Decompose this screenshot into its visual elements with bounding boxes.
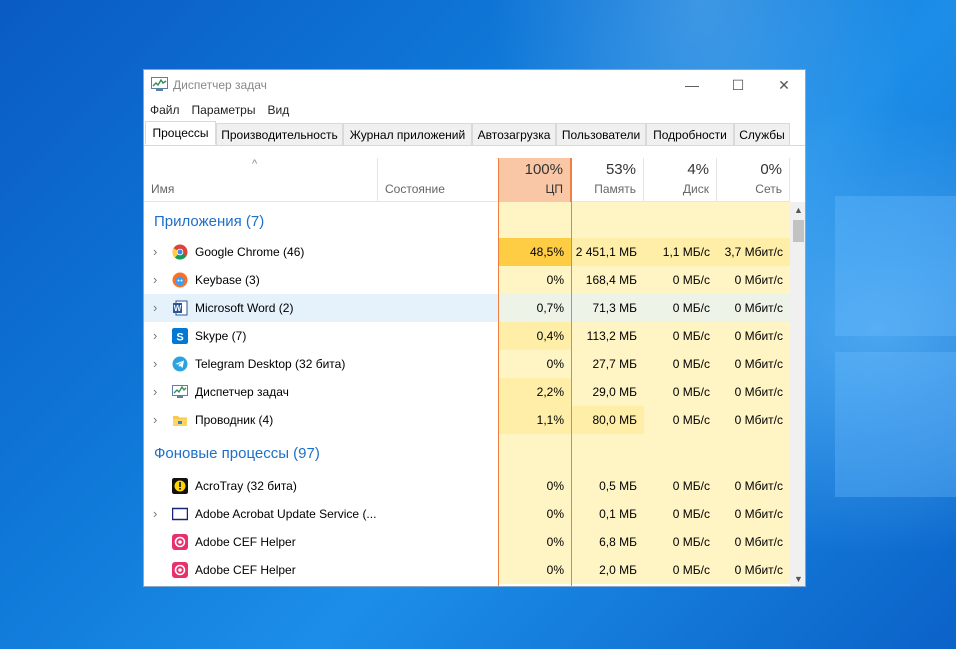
table-row[interactable]: › S Skype (7) 0,4% 113,2 МБ 0 МБ/с 0 Мби… [144, 322, 790, 350]
tab-users[interactable]: Пользователи [556, 123, 646, 145]
word-icon: W [173, 300, 188, 316]
chevron-right-icon[interactable]: › [153, 238, 157, 266]
chevron-right-icon[interactable]: › [153, 500, 157, 528]
column-header: ^ Имя Состояние 100% ЦП 53% Память 4% Ди… [144, 158, 790, 202]
adobe-cef-icon [172, 562, 188, 578]
tab-details[interactable]: Подробности [646, 123, 734, 145]
svg-text:S: S [176, 332, 183, 344]
explorer-icon [173, 416, 187, 426]
chevron-right-icon[interactable]: › [153, 266, 157, 294]
table-row[interactable]: › Keybase (3) 0% 168,4 МБ 0 МБ/с 0 Мбит/… [144, 266, 790, 294]
table-row[interactable]: › Telegram Desktop (32 бита) 0% 27,7 МБ … [144, 350, 790, 378]
tab-services[interactable]: Службы [734, 123, 790, 145]
scroll-down-icon[interactable]: ▼ [790, 571, 805, 586]
group-title: Приложения (7) [154, 213, 265, 230]
maximize-button[interactable]: ☐ [715, 70, 761, 100]
table-row[interactable]: › Google Chrome (46) 48,5% 2 451,1 МБ 1,… [144, 238, 790, 266]
header-memory[interactable]: 53% Память [571, 158, 644, 202]
telegram-icon [172, 356, 188, 372]
chevron-right-icon[interactable]: › [153, 294, 157, 322]
acrotray-icon [172, 478, 188, 494]
tab-bar: Процессы Производительность Журнал прило… [144, 121, 805, 146]
tab-performance[interactable]: Производительность [216, 123, 343, 145]
menu-file[interactable]: Файл [144, 101, 186, 119]
table-row[interactable]: › Диспетчер задач 2,2% 29,0 МБ 0 МБ/с 0 … [144, 378, 790, 406]
menu-view[interactable]: Вид [261, 101, 295, 119]
table-row[interactable]: › Adobe Acrobat Update Service (... 0% 0… [144, 500, 790, 528]
group-title: Фоновые процессы (97) [154, 445, 320, 462]
header-network[interactable]: 0% Сеть [717, 158, 790, 202]
scroll-thumb[interactable] [793, 220, 804, 242]
tab-app-history[interactable]: Журнал приложений [343, 123, 472, 145]
group-header-apps[interactable]: Приложения (7) [144, 202, 790, 238]
header-name[interactable]: Имя [144, 158, 378, 202]
menu-options[interactable]: Параметры [186, 101, 262, 119]
scroll-up-icon[interactable]: ▲ [790, 202, 805, 219]
table-row[interactable]: Adobe CEF Helper 0% 6,8 МБ 0 МБ/с 0 Мбит… [144, 528, 790, 556]
table-row[interactable]: › W Microsoft Word (2) 0,7% 71,3 МБ 0 МБ… [144, 294, 790, 322]
group-header-background[interactable]: Фоновые процессы (97) [144, 434, 790, 472]
chevron-right-icon[interactable]: › [153, 350, 157, 378]
close-button[interactable]: ✕ [761, 70, 805, 100]
title-bar[interactable]: Диспетчер задач — ☐ ✕ [144, 70, 805, 100]
task-manager-icon [151, 77, 168, 91]
table-row[interactable]: AcroTray (32 бита) 0% 0,5 МБ 0 МБ/с 0 Мб… [144, 472, 790, 500]
chrome-icon [172, 244, 188, 260]
tab-processes[interactable]: Процессы [145, 121, 216, 145]
header-cpu[interactable]: 100% ЦП [498, 158, 571, 202]
svg-text:W: W [174, 304, 182, 313]
table-row[interactable]: › Проводник (4) 1,1% 80,0 МБ 0 МБ/с 0 Мб… [144, 406, 790, 434]
acrobat-update-icon [172, 507, 188, 521]
task-manager-window: Диспетчер задач — ☐ ✕ Файл Параметры Вид… [143, 69, 806, 587]
minimize-button[interactable]: — [669, 70, 715, 100]
process-list: Приложения (7) › Google Chrome (46) 48,5… [144, 202, 790, 586]
chevron-right-icon[interactable]: › [153, 378, 157, 406]
window-title: Диспетчер задач [173, 78, 267, 92]
chevron-right-icon[interactable]: › [153, 406, 157, 434]
wallpaper-logo-pane [835, 196, 956, 336]
cpu-column-border [571, 158, 572, 586]
keybase-icon [172, 272, 188, 288]
wallpaper-logo-pane [835, 352, 956, 497]
vertical-scrollbar[interactable]: ▲ ▼ [790, 202, 805, 586]
tab-startup[interactable]: Автозагрузка [472, 123, 556, 145]
task-manager-icon [172, 385, 188, 398]
adobe-cef-icon [172, 534, 188, 550]
menu-bar: Файл Параметры Вид [144, 101, 295, 119]
header-disk[interactable]: 4% Диск [644, 158, 717, 202]
cpu-column-border [498, 158, 499, 586]
skype-icon: S [172, 328, 188, 344]
table-row[interactable]: Adobe CEF Helper 0% 2,0 МБ 0 МБ/с 0 Мбит… [144, 556, 790, 584]
header-status[interactable]: Состояние [378, 158, 498, 202]
chevron-right-icon[interactable]: › [153, 322, 157, 350]
